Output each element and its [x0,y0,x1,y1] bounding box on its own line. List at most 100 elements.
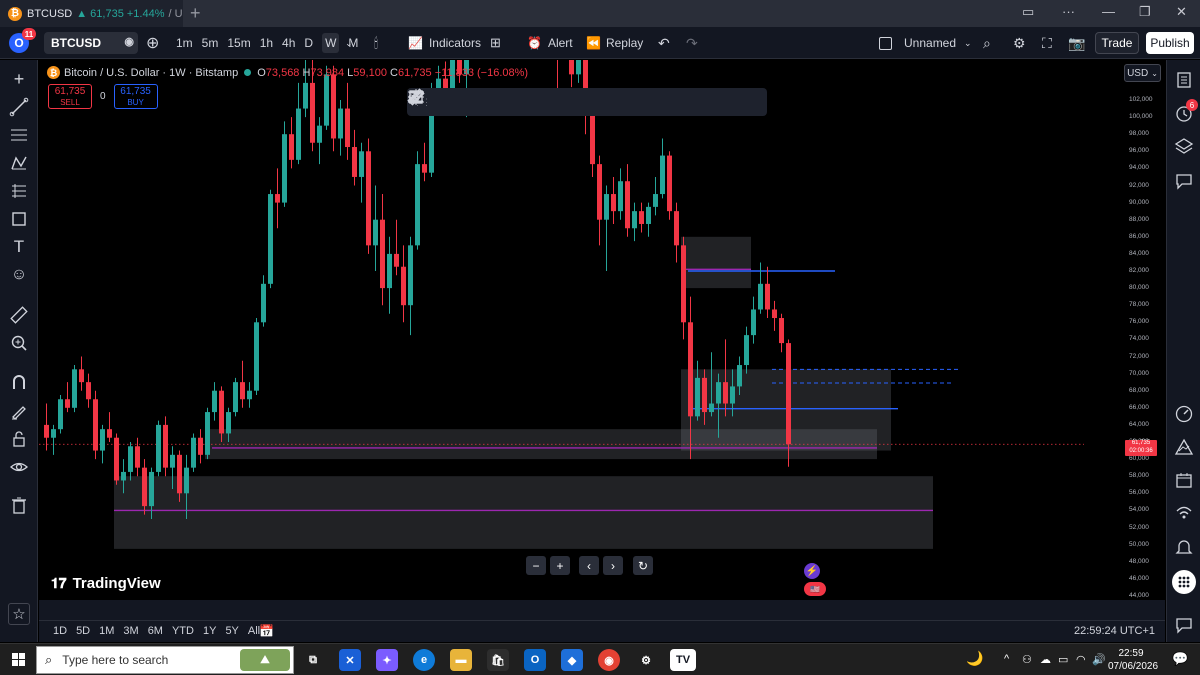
range-ytd[interactable]: YTD [172,625,194,637]
lock-icon[interactable] [9,429,29,449]
long-position-icon[interactable] [409,88,710,116]
buy-button[interactable]: 61,735 BUY [113,84,158,109]
parallel-channel-icon[interactable] [408,88,595,116]
compare-symbol-icon[interactable]: ⊕ [146,27,159,59]
notifications-icon[interactable]: 💬 [1172,651,1188,667]
price-chart[interactable] [39,60,1165,600]
path-icon[interactable] [408,88,538,116]
range-5d[interactable]: 5D [76,625,90,637]
sell-button[interactable]: 61,735 SELL [48,84,92,109]
browser-tab[interactable]: ₿ BTCUSD ▲ 61,735 +1.44% / Unna [0,0,183,27]
forecast-icon[interactable] [9,181,29,201]
layout-menu[interactable]: Unnamed ⌄ [879,27,972,59]
range-3m[interactable]: 3M [123,625,138,637]
currency-selector[interactable]: USD ⌄ [1124,64,1161,82]
horizontal-ray-icon[interactable] [408,88,452,116]
tray-app-icon[interactable]: ⚇ [1022,653,1032,666]
trend-line-icon[interactable] [9,97,29,117]
range-6m[interactable]: 6M [148,625,163,637]
range-1d[interactable]: 1D [53,625,67,637]
minimize-icon[interactable]: — [1102,4,1115,19]
alert-button[interactable]: ⏰ Alert [527,27,573,59]
candles-icon[interactable]: 🕯 [374,27,378,59]
trend-line-icon[interactable] [409,88,481,116]
ruler-icon[interactable] [407,88,767,116]
avatar[interactable]: O 11 [9,28,36,53]
store-icon[interactable]: 🛍 [487,649,509,671]
weather-scene-icon[interactable]: ⛰ [240,649,290,671]
chart-area[interactable]: ₿ Bitcoin / U.S. Dollar · 1W · Bitstamp … [39,60,1165,600]
pattern-icon[interactable] [9,153,29,173]
chat-icon[interactable] [1174,171,1194,191]
tradingview-app-icon[interactable]: TV [670,649,696,671]
zoom-in-icon[interactable] [9,333,29,353]
chevron-down-icon[interactable]: ⌄ [345,27,353,59]
camera-icon[interactable]: 📷 [1068,27,1085,59]
eye-icon[interactable] [9,457,29,477]
layers-icon[interactable] [1174,136,1194,156]
text-icon[interactable]: T [9,237,29,257]
settings-gear-icon[interactable]: ⚙ [635,649,657,671]
file-explorer-icon[interactable]: ▬ [450,649,472,671]
range-1m[interactable]: 1M [99,625,114,637]
emoji-icon[interactable]: ☺ [9,265,29,285]
timeframe-5m[interactable]: 5m [202,36,219,50]
magnet-icon[interactable] [9,373,29,393]
timeframe-4h[interactable]: 4h [282,36,295,50]
timeframe-w[interactable]: W [322,33,340,53]
help-icon[interactable] [1174,615,1194,635]
eye-icon[interactable]: ◉ [124,35,134,48]
tray-cloud-icon[interactable]: ☁ [1040,653,1051,666]
undo-icon[interactable]: ↶ [658,27,670,59]
task-view-icon[interactable]: ⧉ [302,649,324,671]
desktop-icon[interactable]: ▭ [1022,4,1034,20]
reset-chart-button[interactable]: ↻ [633,556,653,575]
trash-icon[interactable] [9,495,29,515]
zoom-out-button[interactable]: − [526,556,546,575]
scroll-right-button[interactable]: › [603,556,623,575]
timeframe-d[interactable]: D [304,36,313,50]
economic-event-flag-icon[interactable]: 🇺🇸 [804,582,826,596]
timeframe-15m[interactable]: 15m [227,36,250,50]
crosshair-icon[interactable]: + [9,69,29,89]
close-icon[interactable]: ✕ [1176,4,1187,20]
lightning-event-icon[interactable]: ⚡ [804,563,820,579]
publish-button[interactable]: Publish [1146,32,1194,54]
favorites-star-icon[interactable]: ☆ [8,603,30,625]
wifi-icon[interactable]: ◠ [1076,653,1086,666]
system-clock[interactable]: 22:59 07/06/2026 [1108,647,1158,673]
fullscreen-icon[interactable]: ⛶ [1042,27,1052,59]
stay-in-drawing-icon[interactable] [9,401,29,421]
scroll-left-button[interactable]: ‹ [579,556,599,575]
indicators-button[interactable]: 📈 Indicators [408,27,481,59]
watchlist-icon[interactable] [1174,70,1194,90]
projection-icon[interactable] [408,88,739,116]
notifications-bell-icon[interactable] [1174,537,1194,557]
brush-icon[interactable] [409,88,681,116]
rectangle-icon[interactable] [409,88,509,116]
triangle-chart-icon[interactable] [1174,437,1194,457]
volume-icon[interactable]: 🔊 [1092,653,1106,666]
battery-icon[interactable]: ▭ [1058,653,1068,666]
app-blue-x-icon[interactable]: ✕ [339,649,361,671]
fib-retracement-icon[interactable] [409,88,624,116]
layouts-icon[interactable]: ⊞ [490,27,501,59]
zoom-in-button[interactable]: + [550,556,570,575]
redo-icon[interactable]: ↷ [686,27,698,59]
tray-chevron-up-icon[interactable]: ^ [1004,653,1009,665]
speedometer-icon[interactable] [1174,404,1194,424]
timeframe-1m[interactable]: 1m [176,36,193,50]
apps-grid-icon[interactable] [1172,570,1196,594]
ruler-icon[interactable] [9,305,29,325]
range-1y[interactable]: 1Y [203,625,216,637]
timeframe-1h[interactable]: 1h [260,36,273,50]
fib-lines-icon[interactable] [9,125,29,145]
chrome-icon[interactable]: ◉ [598,649,620,671]
copilot-icon[interactable]: ✦ [376,649,398,671]
rectangle-icon[interactable] [9,209,29,229]
quick-search-icon[interactable]: ⌕ [983,27,991,59]
outlook-icon[interactable]: O [524,649,546,671]
broadcast-icon[interactable] [1174,503,1194,523]
windows-start-icon[interactable] [12,653,25,666]
replay-button[interactable]: ⏪ Replay [586,27,643,59]
